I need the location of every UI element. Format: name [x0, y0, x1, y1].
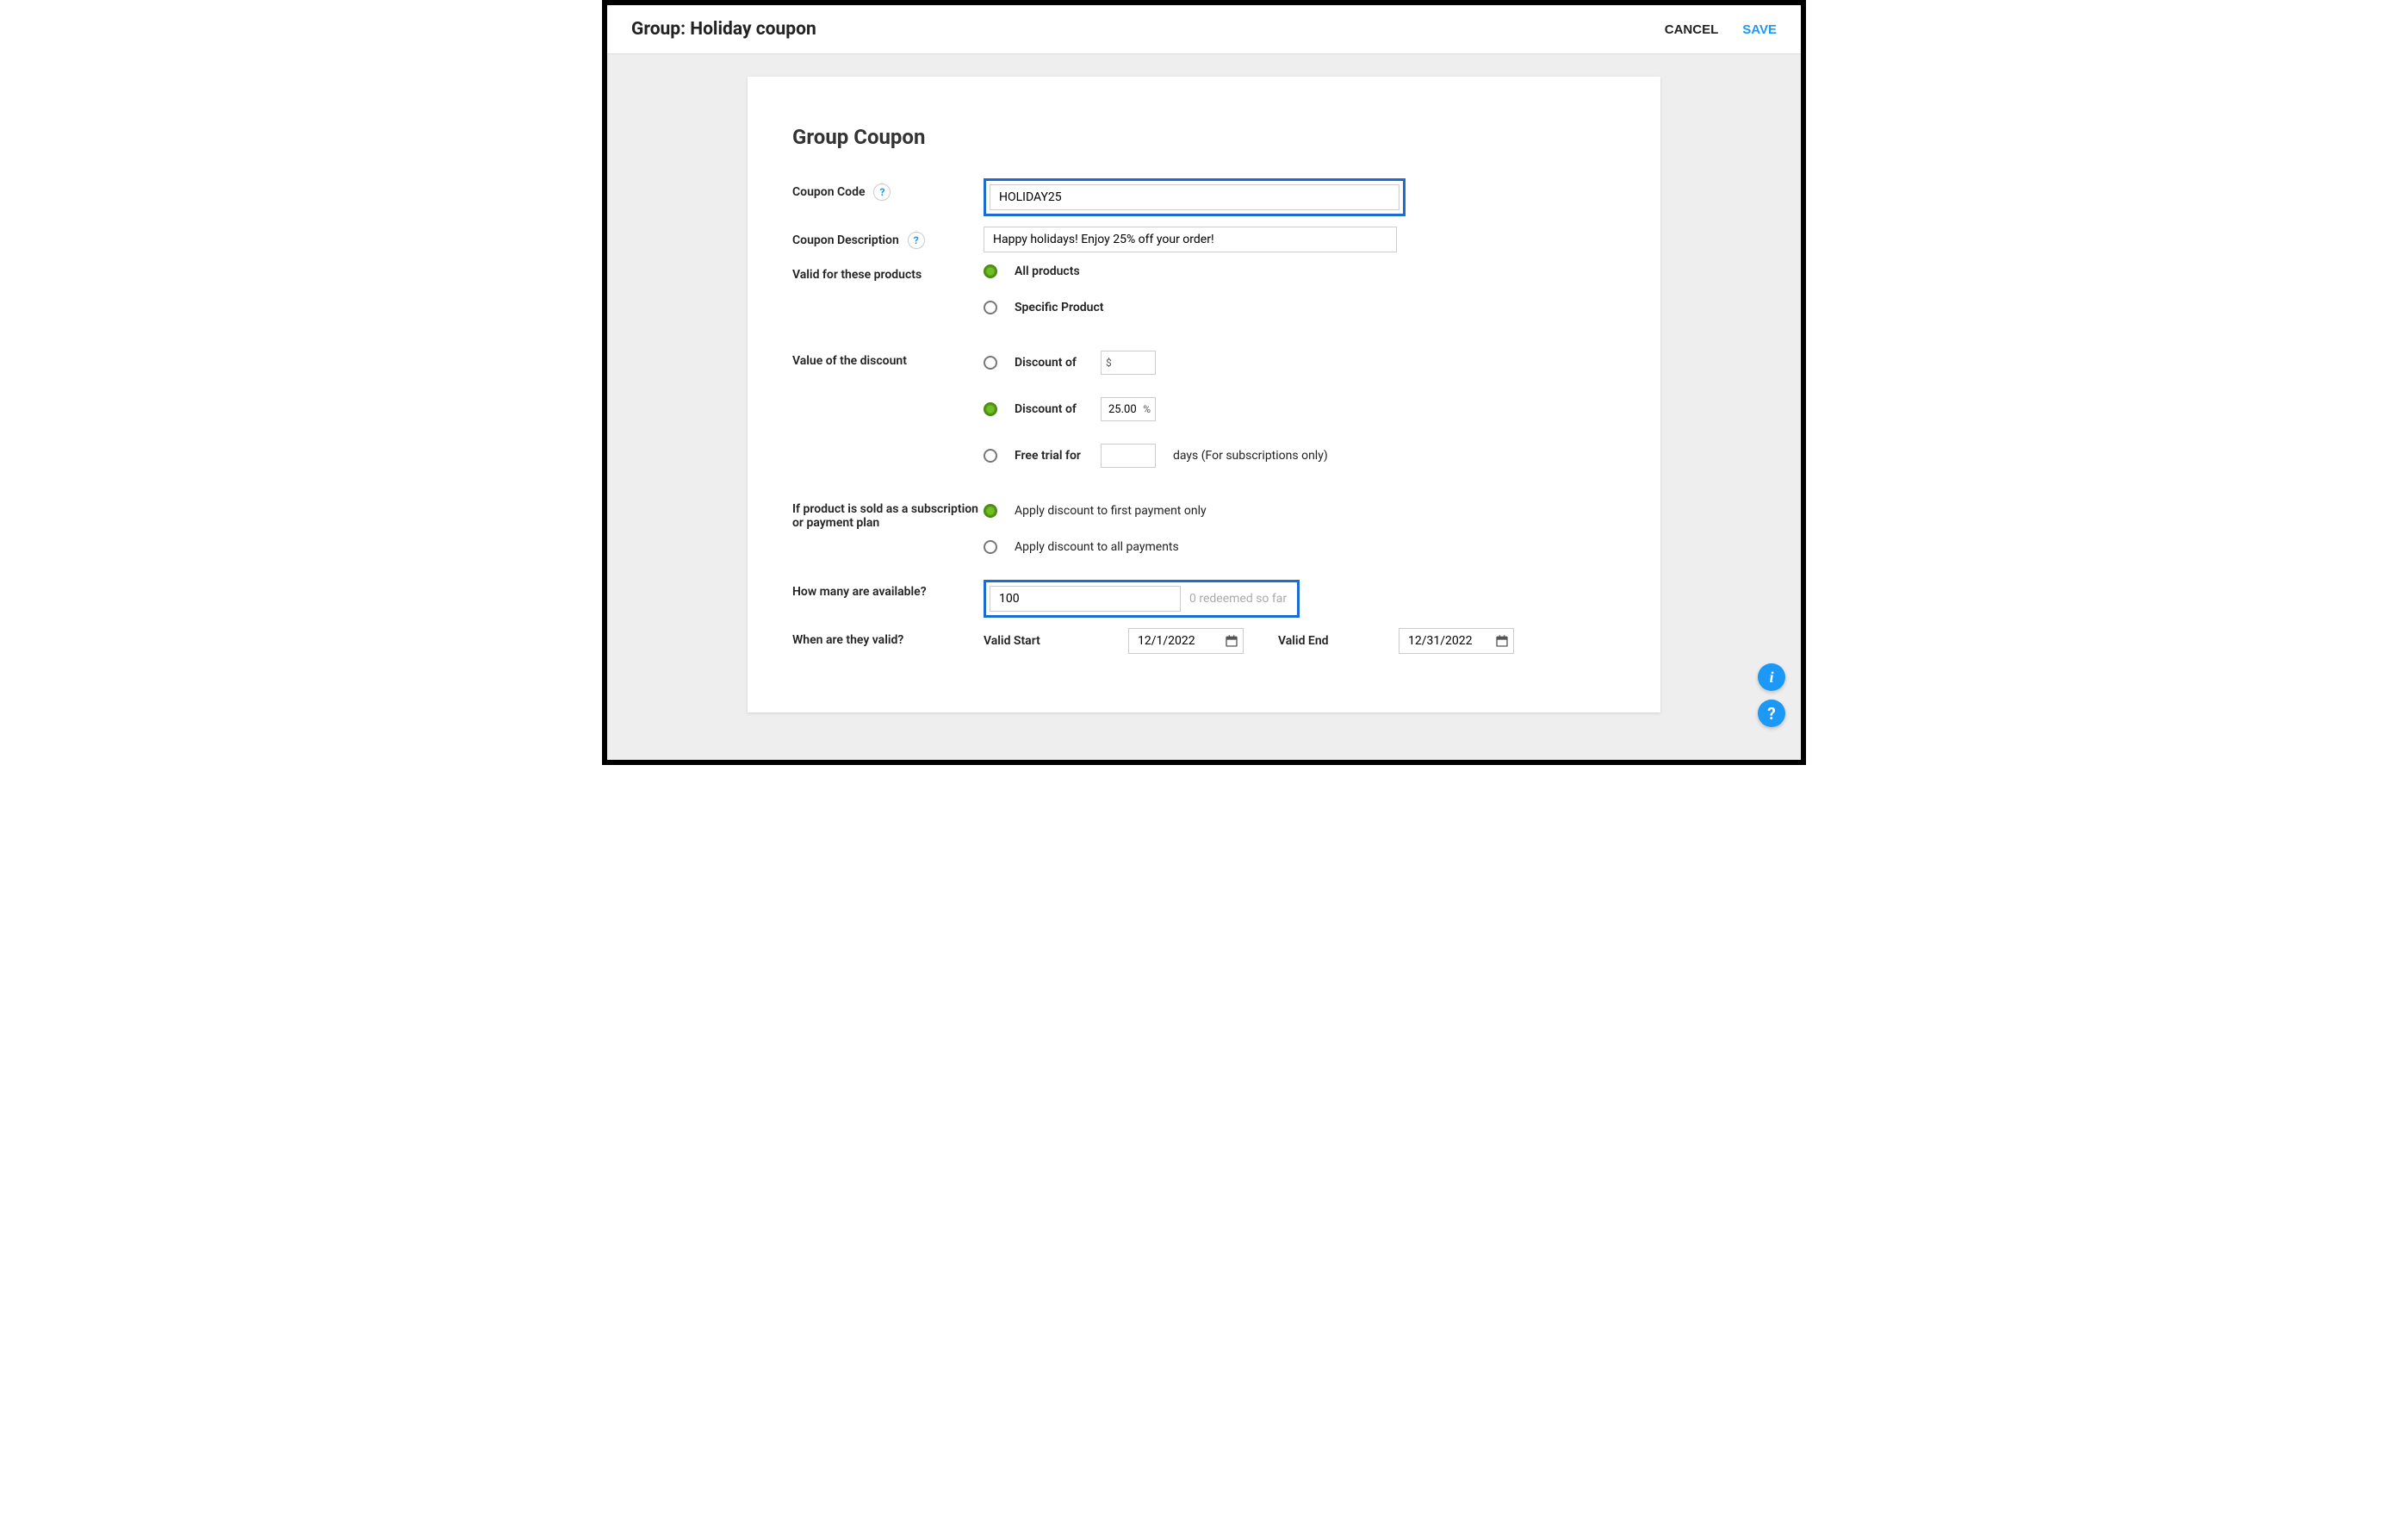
radio-discount-percent-label: Discount of	[1015, 402, 1083, 416]
label-coupon-description-text: Coupon Description	[792, 233, 899, 247]
radio-option-apply-first: Apply discount to first payment only	[984, 504, 1616, 518]
radio-apply-first-label: Apply discount to first payment only	[1015, 504, 1207, 518]
row-available: How many are available? 0 redeemed so fa…	[792, 580, 1616, 618]
label-available: How many are available?	[792, 580, 984, 599]
label-valid-for: Valid for these products	[792, 263, 984, 282]
radio-group-apply: Apply discount to first payment only App…	[984, 502, 1616, 554]
radio-specific-product[interactable]	[984, 301, 997, 314]
info-fab[interactable]: i	[1758, 663, 1785, 691]
row-valid-for: Valid for these products All products Sp…	[792, 263, 1616, 314]
coupon-description-input[interactable]	[984, 227, 1397, 252]
row-coupon-code: Coupon Code ?	[792, 178, 1616, 216]
radio-group-discount: Discount of $ Discount of %	[984, 349, 1616, 468]
row-value-discount: Value of the discount Discount of $	[792, 349, 1616, 468]
radio-discount-dollar[interactable]	[984, 356, 997, 370]
radio-option-discount-dollar: Discount of $	[984, 351, 1616, 375]
label-coupon-code: Coupon Code ?	[792, 178, 984, 201]
coupon-code-input[interactable]	[990, 184, 1399, 210]
dollar-input-wrap: $	[1101, 351, 1156, 375]
radio-apply-all[interactable]	[984, 540, 997, 554]
label-when-valid: When are they valid?	[792, 628, 984, 647]
help-icon[interactable]: ?	[908, 232, 925, 249]
page-title: Group: Holiday coupon	[631, 19, 816, 40]
discount-percent-input[interactable]	[1101, 397, 1156, 421]
row-coupon-description: Coupon Description ?	[792, 227, 1616, 252]
radio-option-free-trial: Free trial for days (For subscriptions o…	[984, 444, 1616, 468]
date-row: Valid Start Valid End	[984, 628, 1616, 654]
label-valid-for-text: Valid for these products	[792, 268, 922, 282]
save-button[interactable]: SAVE	[1742, 22, 1777, 37]
cancel-button[interactable]: CANCEL	[1665, 22, 1719, 37]
discount-dollar-input[interactable]	[1101, 351, 1156, 375]
calendar-icon[interactable]	[1225, 634, 1238, 648]
row-when-valid: When are they valid? Valid Start Valid E…	[792, 628, 1616, 654]
radio-option-specific-product: Specific Product	[984, 301, 1616, 314]
radio-free-trial-prefix: Free trial for	[1015, 449, 1083, 463]
percent-input-wrap: %	[1101, 397, 1156, 421]
radio-free-trial[interactable]	[984, 449, 997, 463]
radio-specific-product-label: Specific Product	[1015, 301, 1103, 314]
radio-option-all-products: All products	[984, 264, 1616, 278]
radio-all-products[interactable]	[984, 264, 997, 278]
valid-end-label: Valid End	[1278, 634, 1399, 648]
label-when-valid-text: When are they valid?	[792, 633, 903, 647]
valid-start-wrap	[1128, 628, 1244, 654]
radio-option-apply-all: Apply discount to all payments	[984, 540, 1616, 554]
calendar-icon[interactable]	[1495, 634, 1509, 648]
radio-discount-dollar-label: Discount of	[1015, 356, 1083, 370]
form-card: Group Coupon Coupon Code ? Coupon Descri…	[748, 77, 1660, 712]
label-coupon-code-text: Coupon Code	[792, 185, 865, 199]
content-area: Group Coupon Coupon Code ? Coupon Descri…	[607, 54, 1801, 760]
radio-apply-all-label: Apply discount to all payments	[1015, 540, 1179, 554]
radio-discount-percent[interactable]	[984, 402, 997, 416]
floating-buttons: i ?	[1758, 663, 1785, 727]
radio-all-products-label: All products	[1015, 264, 1080, 278]
valid-start-label: Valid Start	[984, 634, 1128, 648]
label-available-text: How many are available?	[792, 585, 927, 599]
coupon-code-highlight	[984, 178, 1406, 216]
topbar: Group: Holiday coupon CANCEL SAVE	[607, 5, 1801, 54]
topbar-actions: CANCEL SAVE	[1665, 22, 1777, 37]
label-value-discount: Value of the discount	[792, 349, 984, 368]
redeemed-text: 0 redeemed so far	[1189, 592, 1294, 606]
help-fab[interactable]: ?	[1758, 700, 1785, 727]
label-subscription: If product is sold as a subscription or …	[792, 502, 984, 530]
label-subscription-text: If product is sold as a subscription or …	[792, 502, 984, 530]
availability-highlight: 0 redeemed so far	[984, 580, 1300, 618]
valid-end-wrap	[1399, 628, 1514, 654]
free-trial-days-input[interactable]	[1101, 444, 1156, 468]
radio-free-trial-suffix: days (For subscriptions only)	[1173, 449, 1328, 463]
radio-apply-first[interactable]	[984, 504, 997, 518]
radio-group-products: All products Specific Product	[984, 263, 1616, 314]
help-icon[interactable]: ?	[873, 183, 891, 201]
label-coupon-description: Coupon Description ?	[792, 227, 984, 249]
label-value-discount-text: Value of the discount	[792, 354, 907, 368]
row-subscription: If product is sold as a subscription or …	[792, 502, 1616, 554]
available-input[interactable]	[990, 586, 1181, 612]
radio-option-discount-percent: Discount of %	[984, 397, 1616, 421]
card-title: Group Coupon	[792, 125, 1616, 149]
